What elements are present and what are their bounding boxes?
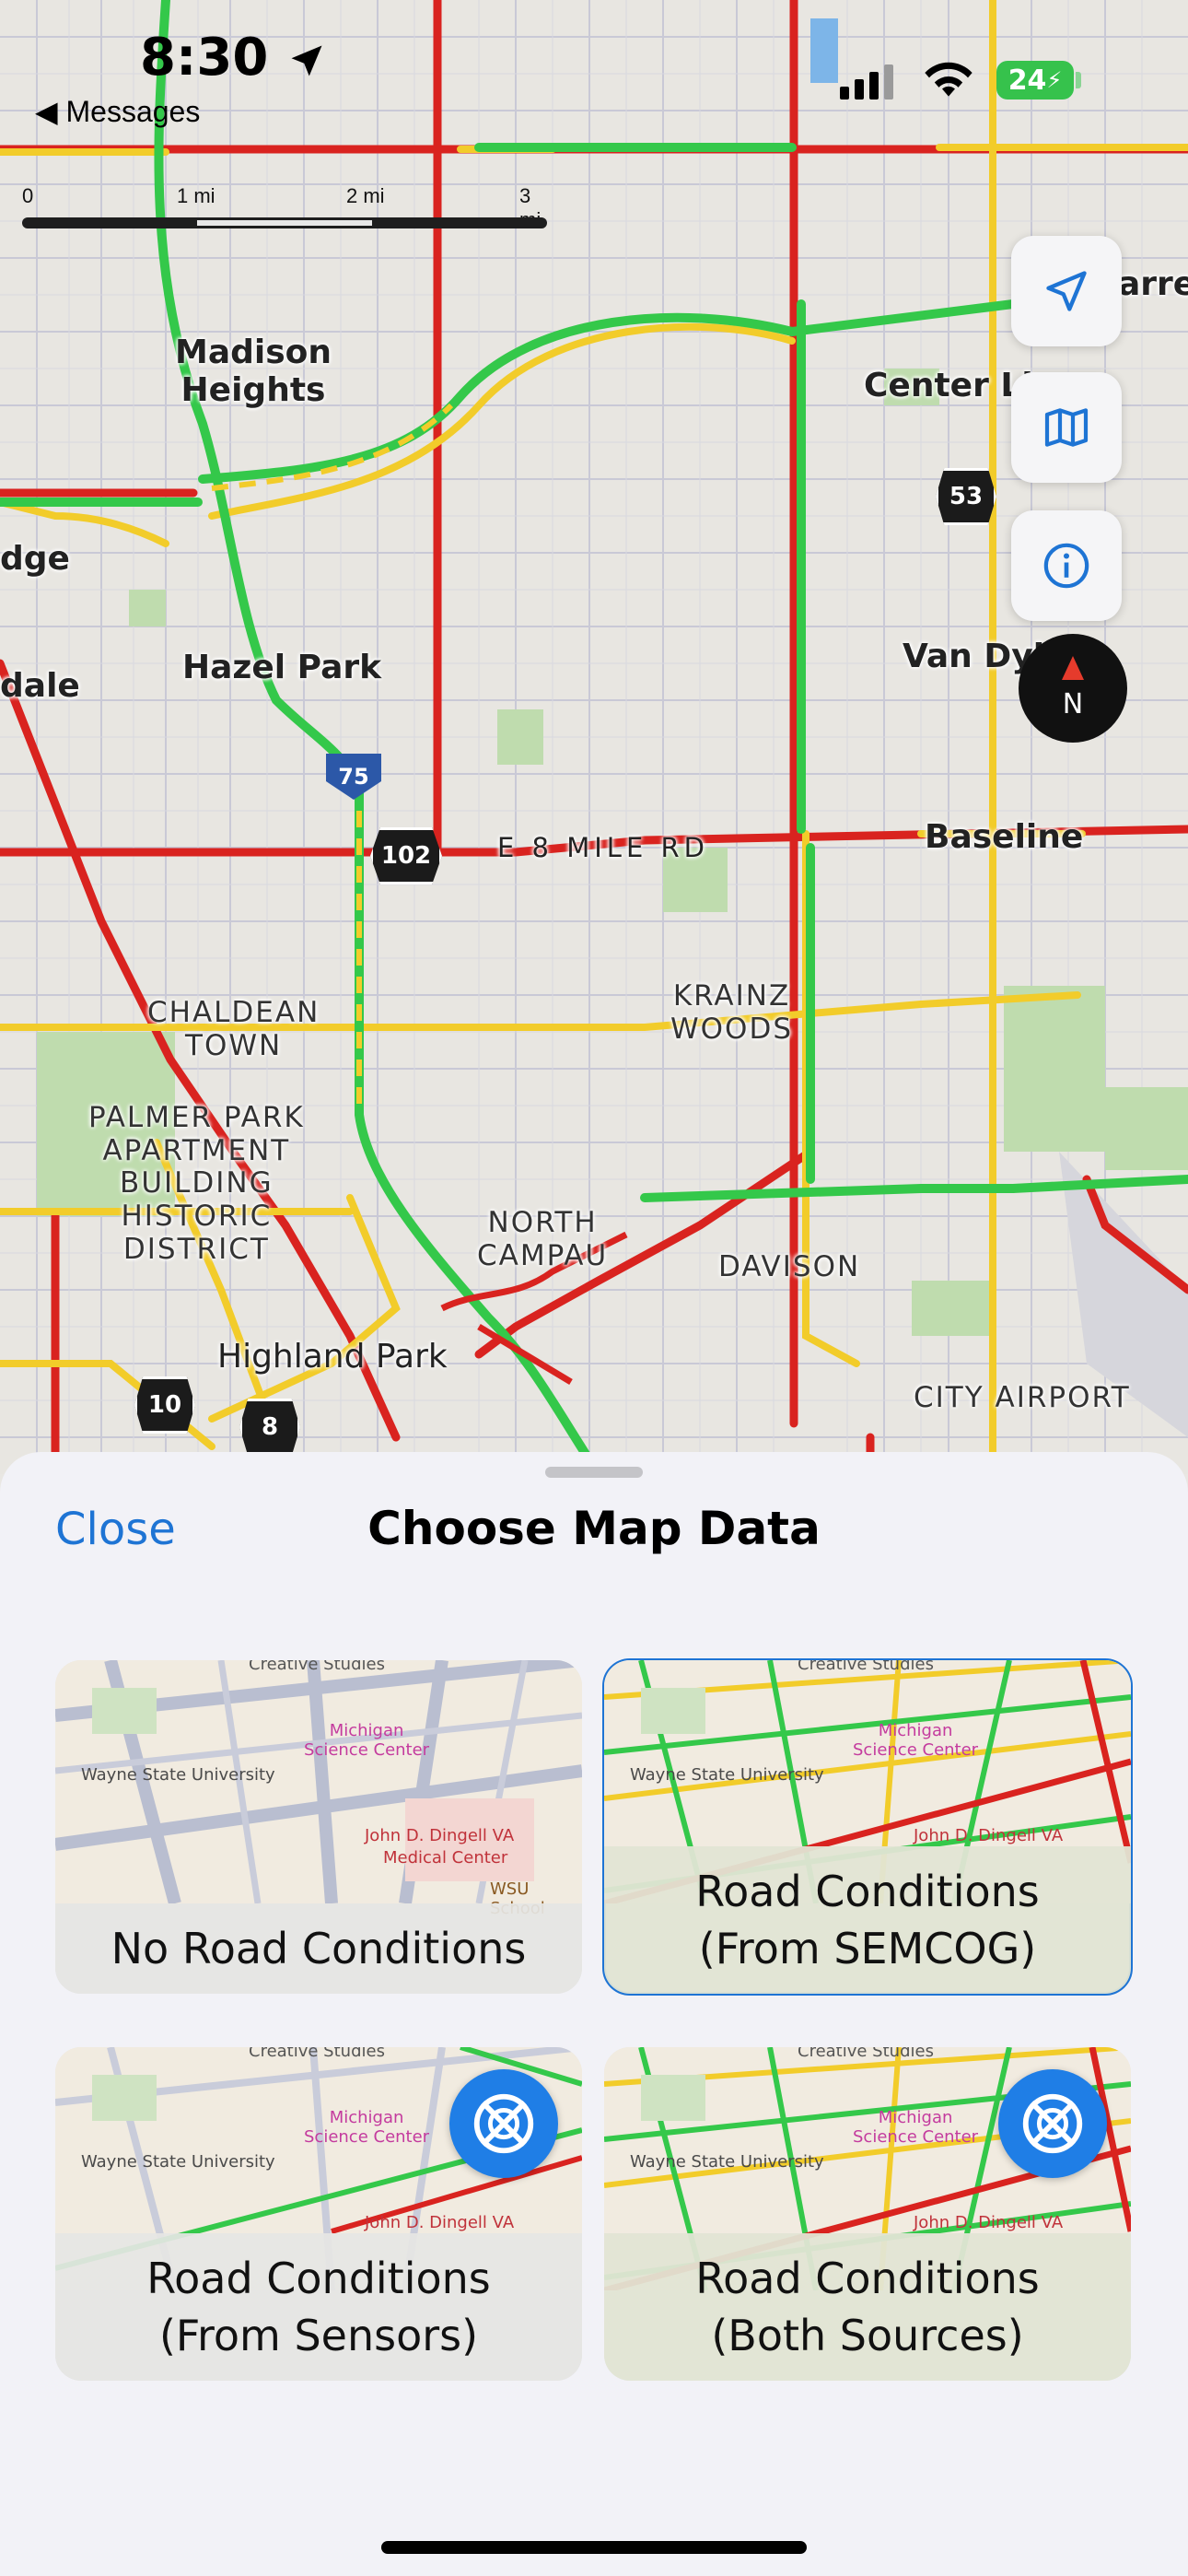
current-location-button[interactable]	[1011, 236, 1122, 346]
option-label: Road Conditions (Both Sources)	[604, 2233, 1131, 2381]
map-label-edge-dale: dale	[0, 667, 80, 705]
map-label-warren: arre	[1118, 265, 1188, 303]
sensors-unavailable-badge	[998, 2069, 1107, 2178]
back-to-messages-link[interactable]: ◀ Messages	[35, 94, 200, 129]
home-indicator[interactable]	[381, 2541, 807, 2554]
wifi-icon	[925, 62, 973, 97]
map-label-davison: DAVISON	[718, 1250, 861, 1283]
sheet-title: Choose Map Data	[367, 1502, 821, 1555]
status-bar: 8:30 ◀ Messages 24 ⚡	[0, 0, 1188, 128]
option-road-conditions-sensors[interactable]: Creative Studies Wayne State University …	[55, 2047, 582, 2381]
sheet-grabber[interactable]	[545, 1467, 643, 1478]
map-label-center-line: Center Li	[864, 367, 1033, 404]
option-label: No Road Conditions	[55, 1903, 582, 1994]
charging-bolt-icon: ⚡	[1046, 67, 1063, 93]
compass-button[interactable]: N	[1019, 634, 1127, 743]
map-label-baseline: Baseline	[925, 818, 1084, 856]
scale-bar-segment	[197, 220, 372, 226]
location-arrow-icon	[291, 45, 322, 76]
cellular-signal-icon	[840, 64, 893, 100]
compass-label: N	[1062, 687, 1084, 720]
map-label-north-campau: NORTH CAMPAU	[477, 1206, 609, 1272]
info-icon	[1043, 543, 1089, 589]
thumb-label-dingell: John D. Dingell VA	[914, 2213, 1064, 2232]
map-label-hazel-park: Hazel Park	[182, 649, 382, 686]
no-sensor-icon	[473, 2093, 534, 2154]
thumb-label-michigan: Michigan Science Center	[853, 1721, 979, 1760]
thumb-label-michigan: Michigan Science Center	[304, 1721, 430, 1760]
scale-tick-1mi: 1 mi	[177, 184, 215, 207]
option-label: Road Conditions (From SEMCOG)	[604, 1846, 1131, 1994]
battery-cap	[1076, 72, 1081, 88]
choose-map-data-sheet: Choose Map Data Close Creative Studies W…	[0, 1452, 1188, 2576]
thumb-label-dingell: John D. Dingell VA	[365, 2213, 515, 2232]
thumb-label-creative: Creative Studies	[798, 1660, 934, 1674]
route-53-shield: 53	[936, 468, 996, 525]
route-8-shield: 8	[239, 1399, 300, 1456]
compass-needle-icon	[1062, 656, 1084, 680]
thumb-label-creative: Creative Studies	[798, 2047, 934, 2061]
thumb-label-creative: Creative Studies	[249, 2047, 385, 2061]
sensors-unavailable-badge	[449, 2069, 558, 2178]
close-button[interactable]: Close	[55, 1504, 176, 1555]
battery-indicator: 24 ⚡	[996, 61, 1074, 100]
map-label-highland-park: Highland Park	[217, 1338, 448, 1376]
thumb-label-medical: Medical Center	[383, 1848, 508, 1868]
map-icon	[1044, 408, 1089, 447]
scale-tick-0: 0	[22, 184, 34, 207]
map-label-e8mile: E 8 MILE RD	[497, 832, 709, 863]
thumb-label-wayne: Wayne State University	[81, 1765, 275, 1785]
map-label-palmer-park: PALMER PARK APARTMENT BUILDING HISTORIC …	[88, 1101, 305, 1266]
location-arrow-icon	[1046, 271, 1087, 311]
map-label-chaldean-town: CHALDEAN TOWN	[147, 996, 320, 1062]
thumb-label-dingell: John D. Dingell VA	[914, 1826, 1064, 1845]
option-road-conditions-semcog[interactable]: Creative Studies Wayne State University …	[602, 1658, 1133, 1996]
route-10-shield: 10	[134, 1376, 195, 1434]
thumb-label-michigan: Michigan Science Center	[853, 2108, 979, 2147]
thumb-label-dingell: John D. Dingell VA	[365, 1826, 515, 1845]
thumb-label-michigan: Michigan Science Center	[304, 2108, 430, 2147]
scale-tick-2mi: 2 mi	[346, 184, 385, 207]
no-sensor-icon	[1022, 2093, 1083, 2154]
thumb-label-wayne: Wayne State University	[81, 2152, 275, 2172]
option-label: Road Conditions (From Sensors)	[55, 2233, 582, 2381]
map-label-krainz-woods: KRAINZ WOODS	[670, 979, 794, 1046]
map-label-city-airport: CITY AIRPORT	[914, 1381, 1131, 1414]
map-mode-button[interactable]	[1011, 372, 1122, 483]
map-label-edge-dge: dge	[0, 540, 70, 578]
option-road-conditions-both[interactable]: Creative Studies Wayne State University …	[604, 2047, 1131, 2381]
option-no-road-conditions[interactable]: Creative Studies Wayne State University …	[55, 1660, 582, 1994]
map-info-button[interactable]	[1011, 510, 1122, 621]
route-102-shield: 102	[370, 827, 442, 884]
thumb-label-wayne: Wayne State University	[630, 1765, 824, 1785]
thumb-label-creative: Creative Studies	[249, 1660, 385, 1674]
map-label-madison-heights: Madison Heights	[175, 334, 332, 410]
status-time: 8:30	[140, 28, 327, 88]
thumb-label-wayne: Wayne State University	[630, 2152, 824, 2172]
